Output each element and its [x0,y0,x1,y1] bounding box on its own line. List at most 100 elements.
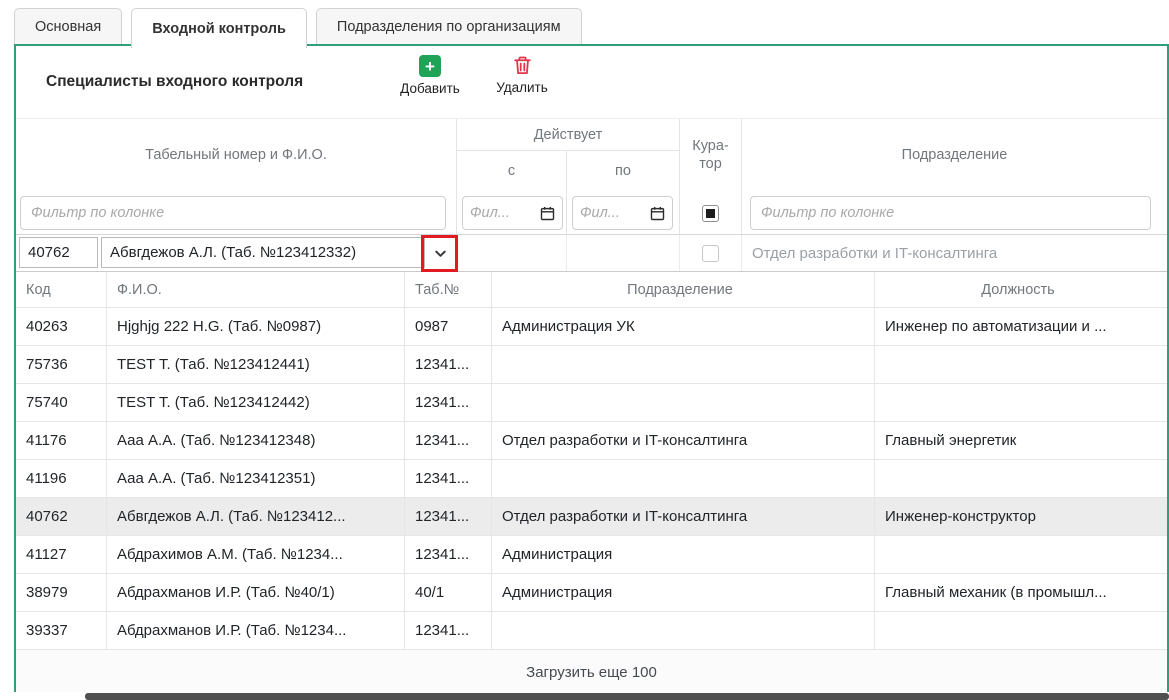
cell-tab: 40/1 [405,574,492,611]
lookup-column-department: Подразделение [492,272,875,307]
table-row[interactable]: 39337 Абдрахманов И.Р. (Таб. №1234... 12… [16,612,1167,650]
cell-position [875,384,1167,421]
valid-from-filter[interactable] [462,196,563,230]
add-button[interactable]: Добавить [388,55,472,96]
column-header-personnel[interactable]: Табельный номер и Ф.И.О. [16,119,457,191]
cell-code: 75740 [16,384,107,421]
table-row[interactable]: 41127 Абдрахимов А.М. (Таб. №1234... 123… [16,536,1167,574]
lookup-column-name: Ф.И.О. [107,272,405,307]
lookup-header: Код Ф.И.О. Таб.№ Подразделение Должность [16,272,1167,308]
cell-department [492,346,875,383]
edit-personnel-cell: 40762 Абвгдежов А.Л. (Таб. №123412332) [16,235,457,271]
edit-valid-to-cell[interactable] [567,235,680,271]
edit-department-cell[interactable]: Отдел разработки и IT-консалтинга [742,235,1167,271]
column-header-valid-group: Действует [457,119,680,151]
delete-button[interactable]: Удалить [480,55,564,95]
tab-divisions-label: Подразделения по организациям [337,19,561,35]
cell-department: Администрация [492,574,875,611]
tab-main-label: Основная [35,19,101,35]
input-control-panel: Специалисты входного контроля Добавить У… [14,44,1169,692]
table-row[interactable]: 38979 Абдрахманов И.Р. (Таб. №40/1) 40/1… [16,574,1167,612]
lookup-column-code: Код [16,272,107,307]
valid-from-filter-input[interactable] [470,205,540,221]
valid-to-filter-input[interactable] [580,205,650,221]
filter-cell-department [742,191,1167,235]
cell-name: Абдрахманов И.Р. (Таб. №1234... [107,612,405,649]
table-row[interactable]: 75736 TEST T. (Таб. №123412441) 12341... [16,346,1167,384]
cell-code: 41196 [16,460,107,497]
table-row[interactable]: 41176 Ааа А.А. (Таб. №123412348) 12341..… [16,422,1167,460]
cell-tab: 12341... [405,498,492,535]
personnel-filter-input[interactable] [20,196,446,230]
curator-filter-checkbox[interactable] [702,205,719,222]
delete-button-label: Удалить [496,80,548,95]
column-header-curator[interactable]: Кура- тор [680,119,742,191]
panel-title: Специалисты входного контроля [46,73,303,91]
edit-curator-cell [680,235,742,271]
cell-name: Ааа А.А. (Таб. №123412351) [107,460,405,497]
curator-label-line2: тор [699,156,722,172]
table-row[interactable]: 41196 Ааа А.А. (Таб. №123412351) 12341..… [16,460,1167,498]
cell-code: 41127 [16,536,107,573]
cell-department: Отдел разработки и IT-консалтинга [492,422,875,459]
cell-code: 38979 [16,574,107,611]
add-button-label: Добавить [400,81,460,96]
column-header-valid-to[interactable]: по [567,151,680,191]
table-row-selected[interactable]: 40762 Абвгдежов А.Л. (Таб. №123412... 12… [16,498,1167,536]
cell-name: Ааа А.А. (Таб. №123412348) [107,422,405,459]
tab-bar: Основная Входной контроль Подразделения … [14,8,582,48]
edit-code-field[interactable]: 40762 [19,237,98,268]
cell-department [492,460,875,497]
cell-tab: 12341... [405,612,492,649]
calendar-icon[interactable] [650,206,665,221]
cell-position: Инженер-конструктор [875,498,1167,535]
cell-code: 39337 [16,612,107,649]
cell-tab: 12341... [405,460,492,497]
load-more-button[interactable]: Загрузить еще 100 [16,650,1167,694]
curator-checkbox[interactable] [702,245,719,262]
cell-code: 41176 [16,422,107,459]
personnel-dropdown-button[interactable] [429,239,451,268]
lookup-column-tab: Таб.№ [405,272,492,307]
cell-tab: 12341... [405,422,492,459]
table-row[interactable]: 75740 TEST T. (Таб. №123412442) 12341... [16,384,1167,422]
grid-header: Табельный номер и Ф.И.О. Действует с по … [16,118,1167,234]
cell-tab: 12341... [405,536,492,573]
cell-position: Главный энергетик [875,422,1167,459]
column-header-valid-from[interactable]: с [457,151,567,191]
cell-tab: 12341... [405,346,492,383]
cell-tab: 0987 [405,308,492,345]
department-filter-input[interactable] [750,196,1151,230]
tab-input-control[interactable]: Входной контроль [131,8,307,48]
cell-name: TEST T. (Таб. №123412442) [107,384,405,421]
edit-row: 40762 Абвгдежов А.Л. (Таб. №123412332) О… [16,234,1167,272]
filter-cell-valid-to [567,191,680,235]
cell-position: Главный механик (в промышл... [875,574,1167,611]
cell-name: Абдрахимов А.М. (Таб. №1234... [107,536,405,573]
column-header-department[interactable]: Подразделение [742,119,1167,191]
cell-department [492,612,875,649]
cell-department: Отдел разработки и IT-консалтинга [492,498,875,535]
cell-position [875,346,1167,383]
filter-cell-personnel [16,191,457,235]
lookup-column-position: Должность [875,272,1167,307]
cell-code: 40762 [16,498,107,535]
calendar-icon[interactable] [540,206,555,221]
cell-code: 40263 [16,308,107,345]
cell-name: Абдрахманов И.Р. (Таб. №40/1) [107,574,405,611]
edit-valid-from-cell[interactable] [457,235,567,271]
table-row[interactable]: 40263 Hjghjg 222 H.G. (Таб. №0987) 0987 … [16,308,1167,346]
cell-name: Абвгдежов А.Л. (Таб. №123412... [107,498,405,535]
tab-divisions[interactable]: Подразделения по организациям [316,8,582,44]
cell-name: Hjghjg 222 H.G. (Таб. №0987) [107,308,405,345]
trash-icon [512,55,533,76]
tab-input-control-label: Входной контроль [152,21,286,37]
cell-position [875,612,1167,649]
horizontal-scrollbar [0,692,1169,700]
cell-position [875,460,1167,497]
valid-to-filter[interactable] [572,196,673,230]
tab-main[interactable]: Основная [14,8,122,44]
horizontal-scrollbar-thumb[interactable] [85,693,1169,700]
edit-name-field[interactable]: Абвгдежов А.Л. (Таб. №123412332) [101,237,425,268]
cell-position: Инженер по автоматизации и ... [875,308,1167,345]
